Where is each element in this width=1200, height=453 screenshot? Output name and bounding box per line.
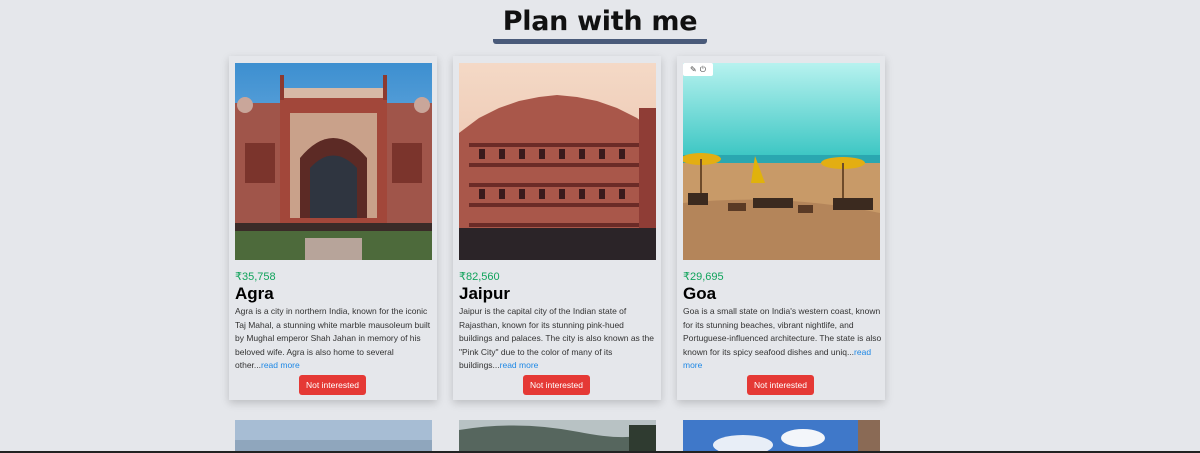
tour-card-jaipur: ₹82,560 Jaipur Jaipur is the capital cit… <box>453 56 661 400</box>
card-image-partial <box>459 420 656 453</box>
agra-image <box>235 63 432 260</box>
not-interested-button[interactable]: Not interested <box>523 375 590 395</box>
price-label: ₹35,758 <box>235 271 276 283</box>
description-text: Goa is a small state on India's western … <box>683 306 882 357</box>
tour-name: Agra <box>235 284 274 303</box>
not-interested-button[interactable]: Not interested <box>299 375 366 395</box>
jaipur-image <box>459 63 656 260</box>
tour-description: Jaipur is the capital city of the Indian… <box>459 305 659 373</box>
tour-card-goa: ✎ ⏻ ₹29,695 Goa Goa is a small state on … <box>677 56 885 400</box>
tour-description: Goa is a small state on India's western … <box>683 305 883 373</box>
tour-description: Agra is a city in northern India, known … <box>235 305 435 373</box>
page-title: Plan with me <box>492 6 708 44</box>
card-image-partial <box>235 420 432 453</box>
read-more-link[interactable]: read more <box>261 360 300 370</box>
card-image-partial <box>683 420 880 453</box>
tour-card-agra: ₹35,758 Agra Agra is a city in northern … <box>229 56 437 400</box>
edit-toolbar: ✎ ⏻ <box>683 63 713 76</box>
header: Plan with me <box>0 6 1200 44</box>
pencil-icon[interactable]: ✎ <box>690 65 697 74</box>
tour-name: Jaipur <box>459 284 511 303</box>
price-label: ₹82,560 <box>459 271 500 283</box>
goa-image <box>683 63 880 260</box>
read-more-link[interactable]: read more <box>500 360 539 370</box>
power-icon[interactable]: ⏻ <box>700 65 706 75</box>
tour-name: Goa <box>683 284 717 303</box>
not-interested-button[interactable]: Not interested <box>747 375 814 395</box>
price-label: ₹29,695 <box>683 271 724 283</box>
description-text: Jaipur is the capital city of the Indian… <box>459 306 654 370</box>
